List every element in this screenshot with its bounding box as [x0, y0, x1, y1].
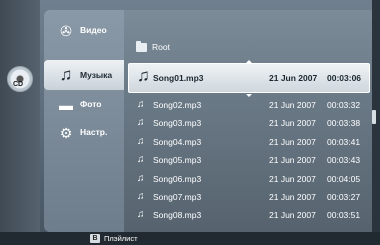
- file-duration: 00:03:38: [327, 118, 361, 128]
- music-file-icon: ♫: [137, 99, 145, 110]
- scrollbar-thumb[interactable]: [372, 110, 376, 124]
- file-date: 21 Jun 2007: [269, 118, 316, 128]
- menu-item-label: Видео: [80, 25, 107, 35]
- root-folder-label: Root: [152, 42, 170, 52]
- file-date: 21 Jun 2007: [269, 100, 316, 110]
- file-duration: 00:03:32: [327, 100, 361, 110]
- file-duration: 00:03:06: [327, 73, 362, 83]
- menu-item-settings[interactable]: ⚙ Настр.: [44, 120, 124, 146]
- file-date: 21 Jun 2007: [269, 137, 316, 147]
- file-date: 21 Jun 2007: [269, 192, 316, 202]
- file-duration: 00:03:51: [327, 210, 361, 220]
- file-row[interactable]: ♫ Song03.mp3 21 Jun 2007 00:03:38: [137, 114, 367, 132]
- file-row[interactable]: ♫ Song01.mp3 21 Jun 2007 00:03:06: [137, 66, 367, 85]
- folder-icon: [136, 40, 147, 52]
- file-name: Song01.mp3: [153, 73, 204, 83]
- file-duration: 00:04:05: [327, 174, 361, 184]
- menu-item-label: Фото: [80, 99, 102, 109]
- file-name: Song08.mp3: [153, 210, 202, 220]
- playlist-hint-label: Плэйлист: [104, 234, 138, 243]
- file-duration: 00:03:27: [327, 192, 361, 202]
- file-row[interactable]: ♫ Song08.mp3 21 Jun 2007 00:03:51: [137, 206, 367, 224]
- music-note-icon: ♫: [59, 64, 73, 84]
- menu-item-label: Музыка: [80, 70, 113, 80]
- file-row[interactable]: ♫ Song05.mp3 21 Jun 2007 00:03:43: [137, 151, 367, 169]
- film-reel-icon: ✇: [60, 23, 72, 39]
- menu-item-photo[interactable]: ▬ Фото: [44, 92, 124, 118]
- file-duration: 00:03:43: [327, 155, 361, 165]
- music-file-icon: ♫: [137, 154, 145, 165]
- file-row[interactable]: ♫ Song07.mp3 21 Jun 2007 00:03:27: [137, 188, 367, 206]
- cd-disc-icon[interactable]: [7, 66, 33, 92]
- music-file-icon: ♫: [137, 209, 145, 220]
- file-name: Song05.mp3: [153, 155, 202, 165]
- file-date: 21 Jun 2007: [269, 73, 318, 83]
- help-bar: B Плэйлист: [0, 232, 380, 245]
- menu-item-video[interactable]: ✇ Видео: [44, 18, 124, 44]
- file-date: 21 Jun 2007: [269, 174, 316, 184]
- music-file-icon: ♫: [137, 66, 150, 85]
- file-name: Song04.mp3: [153, 137, 202, 147]
- b-button-icon: B: [90, 234, 100, 243]
- device-strip: CD: [0, 0, 40, 232]
- scroll-up-arrow-icon[interactable]: [246, 60, 252, 63]
- music-file-icon: ♫: [137, 117, 145, 128]
- cd-label: CD: [13, 81, 24, 88]
- music-file-icon: ♫: [137, 191, 145, 202]
- menu-item-label: Настр.: [80, 127, 108, 137]
- file-row[interactable]: ♫ Song06.mp3 21 Jun 2007 00:04:05: [137, 170, 367, 188]
- file-date: 21 Jun 2007: [269, 210, 316, 220]
- file-name: Song07.mp3: [153, 192, 202, 202]
- music-file-icon: ♫: [137, 173, 145, 184]
- file-row[interactable]: ♫ Song02.mp3 21 Jun 2007 00:03:32: [137, 96, 367, 114]
- gear-icon: ⚙: [59, 125, 73, 141]
- media-browser-screen: CD ✇ Видео ♫ Музыка ▬ Фото ⚙ Настр. Root…: [0, 0, 380, 245]
- file-date: 21 Jun 2007: [269, 155, 316, 165]
- file-row[interactable]: ♫ Song04.mp3 21 Jun 2007 00:03:41: [137, 133, 367, 151]
- music-file-icon: ♫: [137, 136, 145, 147]
- menu-item-music[interactable]: ♫ Музыка: [44, 60, 126, 90]
- file-duration: 00:03:41: [327, 137, 361, 147]
- file-name: Song03.mp3: [153, 118, 202, 128]
- root-folder[interactable]: Root: [136, 40, 170, 54]
- file-name: Song06.mp3: [153, 174, 202, 184]
- category-menu: ✇ Видео ♫ Музыка ▬ Фото ⚙ Настр.: [44, 10, 126, 232]
- file-name: Song02.mp3: [153, 100, 202, 110]
- photo-icon: ▬: [59, 97, 73, 113]
